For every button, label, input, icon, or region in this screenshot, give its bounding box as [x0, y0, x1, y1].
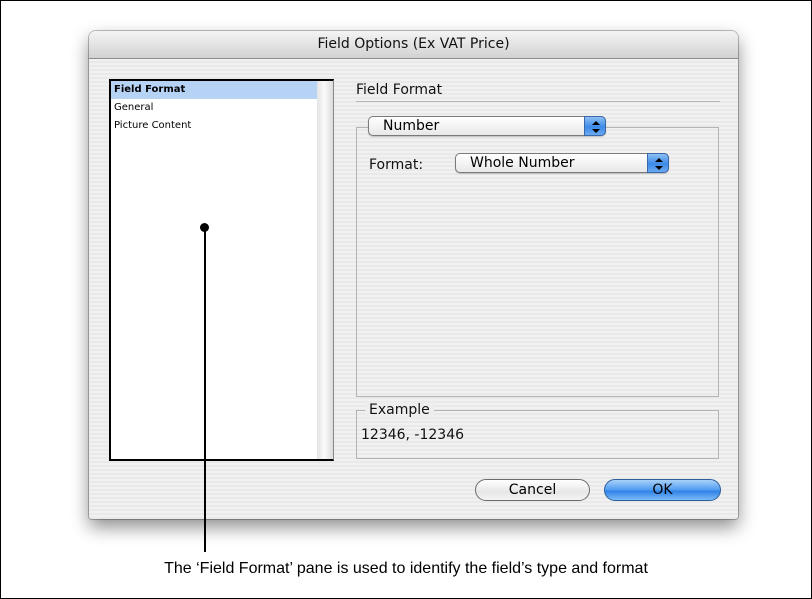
type-popup[interactable]: Number — [368, 116, 606, 136]
format-popup[interactable]: Whole Number — [455, 153, 669, 173]
list-item-field-format[interactable]: Field Format — [111, 81, 318, 99]
example-label: Example — [365, 402, 434, 418]
section-divider — [356, 101, 720, 102]
popup-arrows-icon — [584, 116, 606, 136]
type-popup-value: Number — [383, 118, 440, 134]
cancel-button[interactable]: Cancel — [475, 479, 590, 501]
section-title: Field Format — [356, 82, 443, 98]
popup-arrows-icon — [647, 153, 669, 173]
list-item-picture-content[interactable]: Picture Content — [111, 117, 318, 135]
pane-list[interactable]: Field Format General Picture Content — [109, 79, 320, 461]
pane-list-scrollbar[interactable] — [317, 79, 334, 461]
callout-line — [204, 227, 206, 552]
ok-button[interactable]: OK — [604, 479, 721, 501]
format-popup-value: Whole Number — [470, 155, 575, 171]
format-label: Format: — [369, 157, 424, 173]
annotation-caption: The ‘Field Format’ pane is used to ident… — [164, 560, 648, 577]
list-item-general[interactable]: General — [111, 99, 318, 117]
dialog-title: Field Options (Ex VAT Price) — [89, 31, 738, 59]
example-value: 12346, -12346 — [361, 427, 465, 443]
